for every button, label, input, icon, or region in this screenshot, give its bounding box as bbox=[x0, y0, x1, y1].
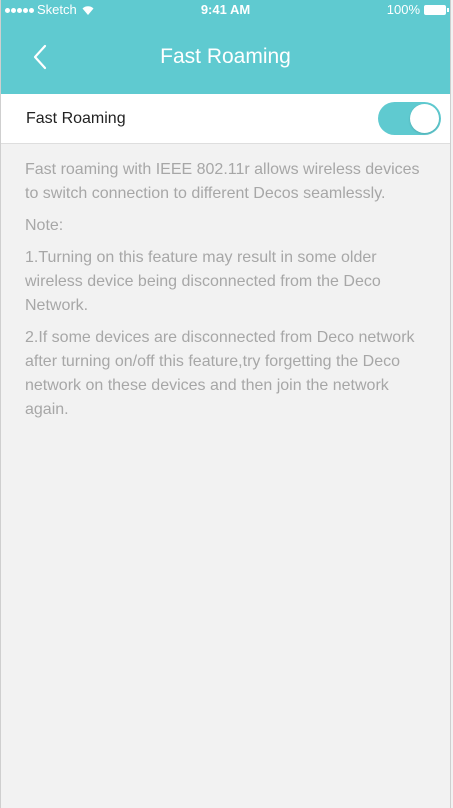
status-right: 100% bbox=[386, 0, 449, 20]
description: Fast roaming with IEEE 802.11r allows wi… bbox=[1, 144, 450, 422]
note-heading: Note: bbox=[25, 217, 64, 234]
fast-roaming-toggle[interactable] bbox=[378, 102, 441, 135]
battery-icon bbox=[424, 5, 449, 15]
note-item-2: 2.If some devices are disconnected from … bbox=[25, 329, 415, 418]
page-title: Fast Roaming bbox=[160, 45, 291, 68]
header: Sketch 9:41 AM 100% Fast Roaming bbox=[1, 0, 450, 94]
note-item-1: 1.Turning on this feature may result in … bbox=[25, 249, 381, 314]
status-time: 9:41 AM bbox=[200, 2, 251, 17]
description-intro: Fast roaming with IEEE 802.11r allows wi… bbox=[25, 161, 420, 202]
fast-roaming-label: Fast Roaming bbox=[26, 110, 126, 127]
screen: Sketch 9:41 AM 100% Fast Roaming Fast Ro… bbox=[0, 0, 451, 808]
status-bar: Sketch 9:41 AM 100% bbox=[1, 0, 450, 20]
nav-bar: Fast Roaming bbox=[1, 20, 450, 94]
toggle-knob bbox=[410, 104, 439, 133]
battery-percent: 100% bbox=[386, 2, 420, 17]
fast-roaming-row: Fast Roaming bbox=[1, 94, 450, 144]
